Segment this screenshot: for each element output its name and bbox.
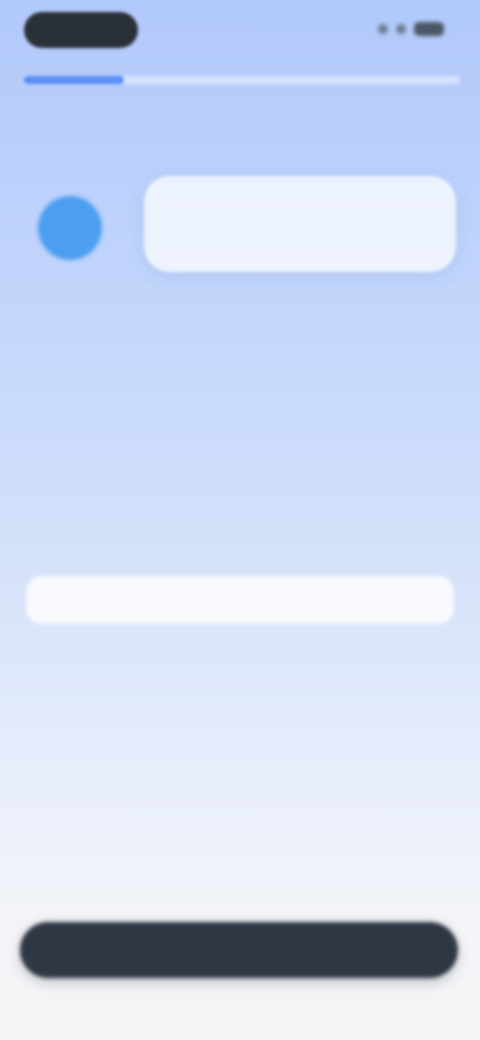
onboarding-progress-fill (24, 76, 125, 84)
status-icons (378, 22, 444, 36)
assistant-avatar (38, 196, 102, 260)
value-picker-wheel[interactable] (0, 390, 480, 820)
signal-icon (378, 24, 388, 34)
assistant-message-bubble (144, 176, 456, 272)
continue-button[interactable] (20, 922, 458, 978)
wifi-icon (396, 24, 406, 34)
onboarding-progress-bar (24, 76, 460, 84)
picker-selection-highlight (26, 576, 454, 624)
battery-icon (414, 22, 444, 36)
status-time-pill (24, 12, 138, 48)
